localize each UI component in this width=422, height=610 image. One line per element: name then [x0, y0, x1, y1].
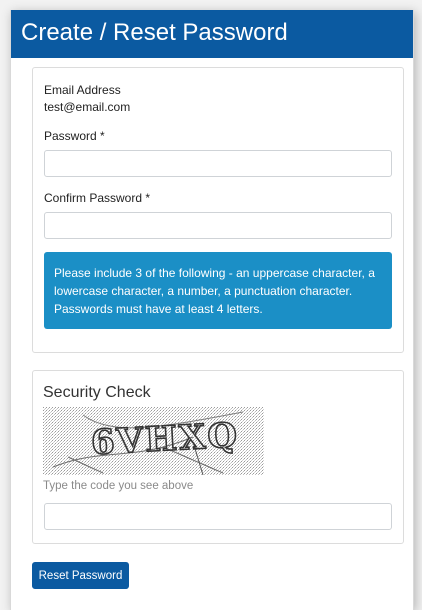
security-check-title: Security Check	[43, 384, 151, 401]
confirm-password-label: Confirm Password *	[44, 191, 151, 205]
dialog-title: Create / Reset Password	[11, 10, 413, 58]
security-check-card: Security Check 6VHXQ Type the code you s…	[32, 370, 404, 544]
email-value: test@email.com	[44, 100, 131, 114]
reset-password-button[interactable]: Reset Password	[32, 562, 129, 589]
password-card: Email Address test@email.com Password * …	[32, 67, 404, 353]
password-label: Password *	[44, 129, 105, 143]
reset-password-dialog: Create / Reset Password Email Address te…	[10, 10, 414, 610]
captcha-input[interactable]	[44, 503, 392, 530]
password-input[interactable]	[44, 150, 392, 177]
captcha-text: 6VHXQ	[90, 416, 240, 464]
captcha-caption: Type the code you see above	[43, 480, 194, 492]
email-label: Email Address	[44, 83, 121, 97]
captcha-image: 6VHXQ	[43, 407, 264, 475]
password-requirements-alert: Please include 3 of the following - an u…	[44, 252, 392, 329]
confirm-password-input[interactable]	[44, 212, 392, 239]
